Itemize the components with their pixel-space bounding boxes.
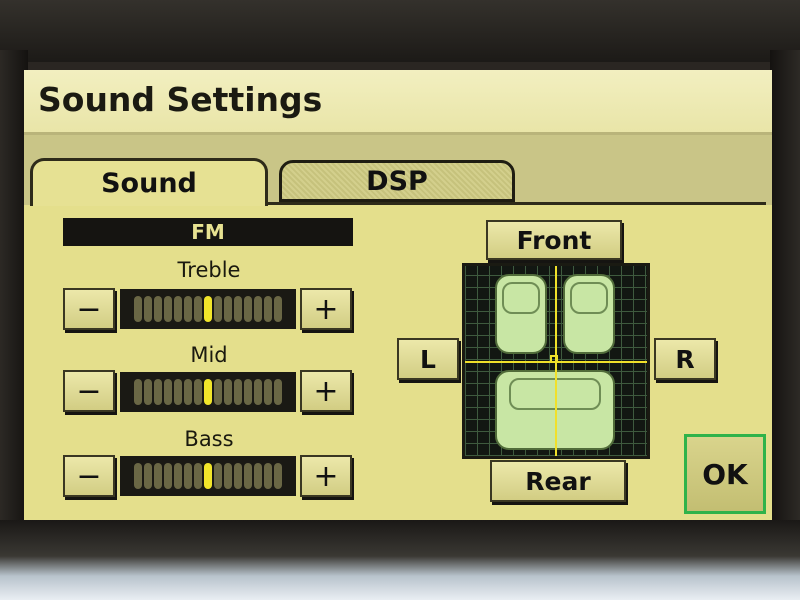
treble-slider-tick bbox=[164, 296, 172, 322]
treble-plus-button[interactable]: + bbox=[300, 288, 352, 330]
mid-slider-tick bbox=[224, 379, 232, 405]
bass-slider-tick bbox=[214, 463, 222, 489]
mid-slider-tick bbox=[244, 379, 252, 405]
mid-slider-tick bbox=[184, 379, 192, 405]
ok-button[interactable]: OK bbox=[684, 434, 766, 514]
treble-minus-button[interactable]: − bbox=[63, 288, 115, 330]
bass-slider-tick bbox=[154, 463, 162, 489]
bezel-top bbox=[0, 0, 800, 62]
bass-slider-tick bbox=[264, 463, 272, 489]
mid-slider-tick bbox=[234, 379, 242, 405]
treble-slider-tick bbox=[194, 296, 202, 322]
bass-slider-tick bbox=[134, 463, 142, 489]
balance-fader-grid[interactable] bbox=[462, 263, 650, 459]
seat-front-right-icon bbox=[563, 274, 615, 354]
mid-slider-tick bbox=[204, 379, 212, 405]
treble-label: Treble bbox=[177, 258, 241, 282]
front-button[interactable]: Front bbox=[486, 220, 622, 260]
treble-slider-tick bbox=[174, 296, 182, 322]
page-title: Sound Settings bbox=[38, 80, 323, 119]
bass-label: Bass bbox=[184, 427, 234, 451]
title-bar: Sound Settings bbox=[24, 70, 772, 135]
bass-slider-tick bbox=[144, 463, 152, 489]
bass-slider-tick bbox=[244, 463, 252, 489]
mid-minus-button[interactable]: − bbox=[63, 370, 115, 412]
treble-slider-tick bbox=[244, 296, 252, 322]
mid-slider-tick bbox=[134, 379, 142, 405]
bass-slider-tick bbox=[234, 463, 242, 489]
balance-marker[interactable] bbox=[550, 355, 558, 363]
bass-slider-tick bbox=[164, 463, 172, 489]
treble-slider-tick bbox=[134, 296, 142, 322]
treble-slider[interactable] bbox=[120, 289, 296, 329]
mid-slider-tick bbox=[174, 379, 182, 405]
bass-slider-tick bbox=[194, 463, 202, 489]
seat-front-left-icon bbox=[495, 274, 547, 354]
left-button[interactable]: L bbox=[397, 338, 459, 380]
mid-slider-tick bbox=[194, 379, 202, 405]
bass-slider-tick bbox=[184, 463, 192, 489]
treble-slider-tick bbox=[254, 296, 262, 322]
bass-slider-tick bbox=[224, 463, 232, 489]
bass-plus-button[interactable]: + bbox=[300, 455, 352, 497]
bass-slider-tick bbox=[174, 463, 182, 489]
mid-slider-tick bbox=[214, 379, 222, 405]
treble-slider-tick bbox=[184, 296, 192, 322]
bass-slider[interactable] bbox=[120, 456, 296, 496]
bass-minus-button[interactable]: − bbox=[63, 455, 115, 497]
mid-slider-tick bbox=[254, 379, 262, 405]
mid-plus-button[interactable]: + bbox=[300, 370, 352, 412]
tab-dsp[interactable]: DSP bbox=[279, 160, 515, 202]
treble-slider-tick bbox=[234, 296, 242, 322]
bass-slider-tick bbox=[254, 463, 262, 489]
mid-slider-tick bbox=[144, 379, 152, 405]
bass-slider-tick bbox=[204, 463, 212, 489]
mid-slider-tick bbox=[164, 379, 172, 405]
mid-slider-tick bbox=[274, 379, 282, 405]
bezel-bottom bbox=[0, 520, 800, 600]
rear-button[interactable]: Rear bbox=[490, 460, 626, 502]
right-button[interactable]: R bbox=[654, 338, 716, 380]
treble-slider-tick bbox=[154, 296, 162, 322]
treble-slider-tick bbox=[144, 296, 152, 322]
mid-slider-tick bbox=[264, 379, 272, 405]
source-label: FM bbox=[63, 218, 353, 246]
mid-label: Mid bbox=[190, 343, 228, 367]
treble-slider-tick bbox=[214, 296, 222, 322]
treble-slider-tick bbox=[264, 296, 272, 322]
treble-slider-tick bbox=[224, 296, 232, 322]
display-screen: Sound Settings Sound DSP FM Treble − + M… bbox=[24, 70, 772, 520]
mid-slider[interactable] bbox=[120, 372, 296, 412]
bezel-right bbox=[770, 50, 800, 530]
treble-slider-tick bbox=[274, 296, 282, 322]
mid-slider-tick bbox=[154, 379, 162, 405]
treble-slider-tick bbox=[204, 296, 212, 322]
tab-sound[interactable]: Sound bbox=[30, 158, 268, 206]
bass-slider-tick bbox=[274, 463, 282, 489]
